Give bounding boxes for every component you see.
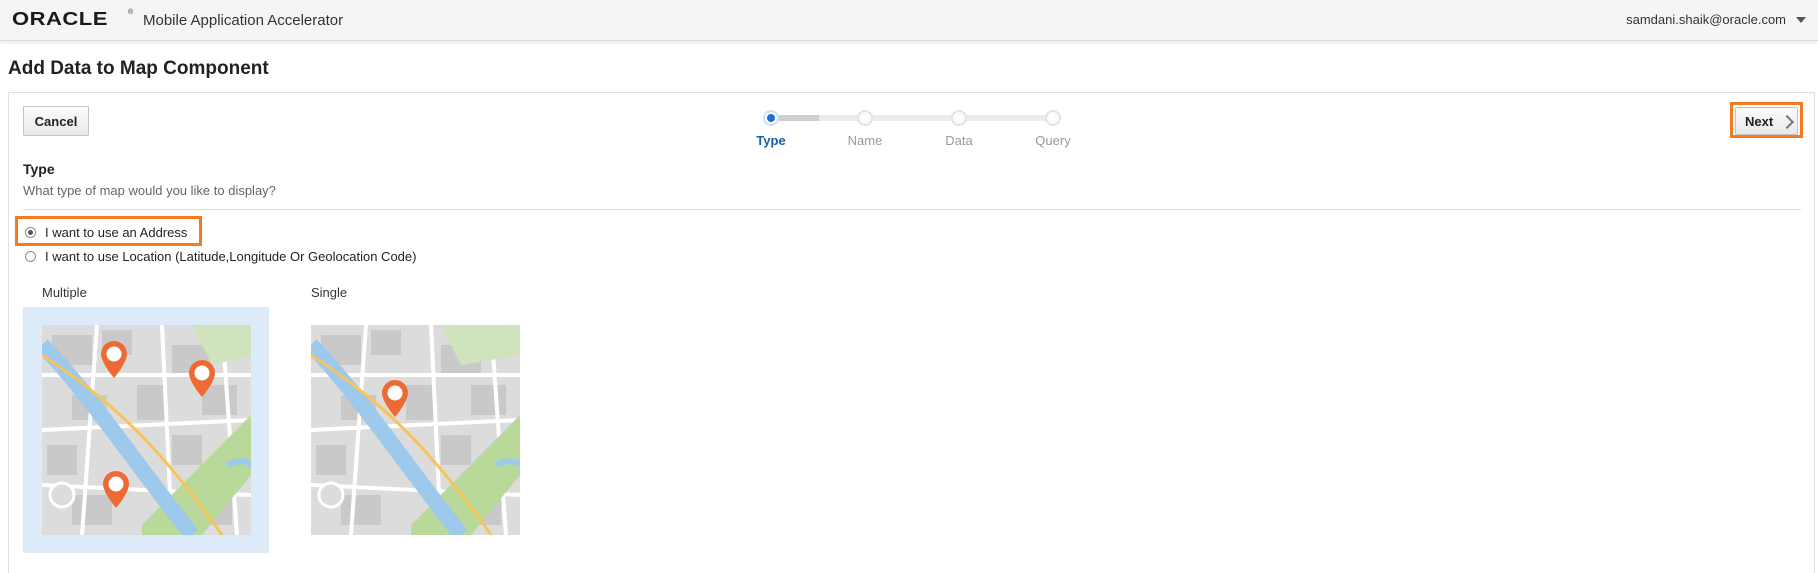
radio-button-location[interactable] xyxy=(25,250,36,262)
step-label-name[interactable]: Name xyxy=(825,133,905,148)
step-label-data[interactable]: Data xyxy=(919,133,999,148)
step-label-type[interactable]: Type xyxy=(731,133,811,148)
divider xyxy=(23,209,1801,210)
cancel-button[interactable]: Cancel xyxy=(23,106,89,136)
map-option-label-single: Single xyxy=(311,285,348,300)
radio-option-address[interactable]: I want to use an Address xyxy=(25,223,187,241)
content-panel xyxy=(8,92,1815,573)
step-dot-query[interactable] xyxy=(1045,110,1061,126)
map-multiple-illustration[interactable] xyxy=(42,325,251,535)
caret-down-icon[interactable] xyxy=(1796,17,1806,23)
step-dot-data[interactable] xyxy=(951,110,967,126)
radio-label-location[interactable]: I want to use Location (Latitude,Longitu… xyxy=(45,249,416,264)
app-title: Mobile Application Accelerator xyxy=(143,12,344,29)
map-single-illustration[interactable] xyxy=(311,325,520,535)
registered-mark: ® xyxy=(128,9,134,16)
step-dot-name[interactable] xyxy=(857,110,873,126)
step-label-query[interactable]: Query xyxy=(1013,133,1093,148)
section-title: Type xyxy=(23,161,55,177)
page-title: Add Data to Map Component xyxy=(8,58,269,79)
radio-option-location[interactable]: I want to use Location (Latitude,Longitu… xyxy=(25,247,416,265)
step-dot-type[interactable] xyxy=(763,110,779,126)
step-connector xyxy=(865,115,959,121)
app-header: ORACLE ® Mobile Application Accelerator … xyxy=(0,0,1818,41)
user-menu[interactable]: samdani.shaik@oracle.com xyxy=(1626,12,1786,27)
oracle-logo: ORACLE xyxy=(12,8,108,30)
radio-label-address[interactable]: I want to use an Address xyxy=(45,225,187,240)
map-option-label-multiple: Multiple xyxy=(42,285,87,300)
step-connector xyxy=(959,115,1053,121)
radio-button-address[interactable] xyxy=(25,226,36,238)
section-description: What type of map would you like to displ… xyxy=(23,183,276,198)
